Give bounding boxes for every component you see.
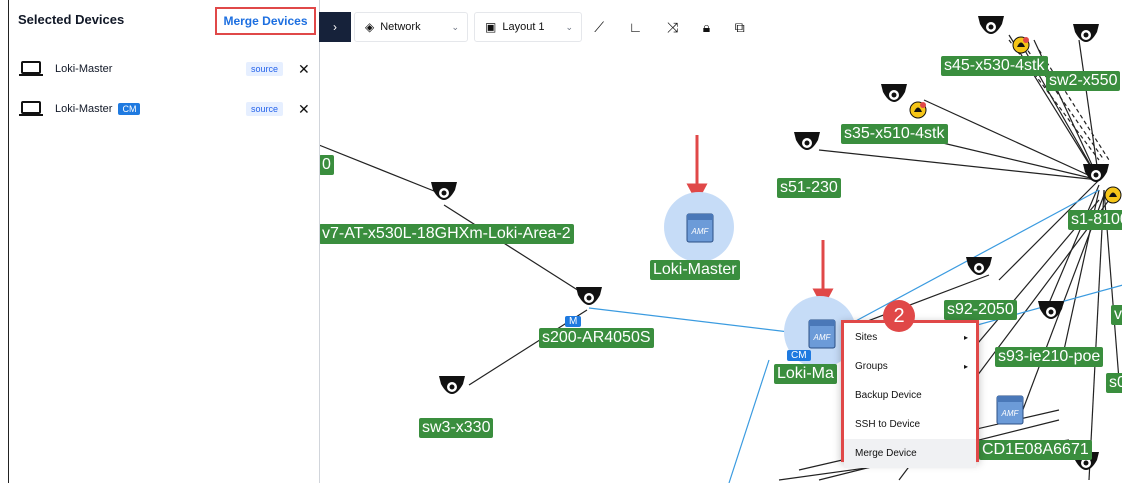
menu-item-ssh-to-device[interactable]: SSH to Device	[844, 410, 976, 439]
map-tools: ⟋ ∟ ⤨ 🔒︎ ⧉	[582, 12, 757, 42]
node-label[interactable]: s35-x510-4stk	[841, 124, 948, 144]
panel-title: Selected Devices	[18, 12, 125, 27]
node-label[interactable]: v7-AT-x530L-18GHXm-Loki-Area-2	[319, 224, 574, 244]
layout-dropdown[interactable]: ▣ Layout 1 ⌄	[474, 12, 582, 42]
loki-ma-amf-icon[interactable]: AMF	[807, 316, 837, 350]
copy-icon[interactable]: ⧉	[735, 19, 745, 36]
bell-alert-icon[interactable]	[1012, 36, 1030, 54]
bell-alert-icon[interactable]	[909, 101, 927, 119]
menu-item-backup-device[interactable]: Backup Device	[844, 381, 976, 410]
node-label[interactable]: sw3-x330	[419, 418, 494, 438]
cd1-amf-icon[interactable]: AMF	[995, 392, 1025, 426]
node-label[interactable]: sw2-x550	[1046, 71, 1121, 91]
disconnect-icon[interactable]: ⤨	[667, 19, 678, 36]
bell-alert-icon[interactable]	[1104, 186, 1122, 204]
context-menu: Sites ▸ Groups ▸ Backup Device SSH to Devi…	[841, 320, 979, 468]
svg-text:AMF: AMF	[813, 333, 832, 342]
layout-icon: ▣	[485, 20, 497, 34]
node-label[interactable]: s92-2050	[944, 300, 1017, 320]
network-dropdown[interactable]: ◈ Network ⌄	[354, 12, 468, 42]
lock-icon[interactable]: 🔒︎	[703, 19, 710, 36]
cm-badge: CM	[118, 103, 141, 115]
step-badge: 2	[883, 300, 915, 332]
camera-icon[interactable]	[879, 80, 909, 110]
node-label[interactable]: s45-x530-4stk	[941, 56, 1048, 76]
selected-devices-panel: Selected Devices Merge Devices Loki-Mast…	[9, 0, 320, 483]
node-label[interactable]: s1-8100	[1068, 210, 1122, 230]
cm-badge: CM	[787, 350, 811, 361]
network-label: Network	[380, 21, 421, 33]
menu-item-groups[interactable]: Groups ▸	[844, 352, 976, 381]
chevron-down-icon: ⌄	[451, 21, 459, 32]
chevron-right-icon: ▸	[963, 333, 968, 342]
menu-item-label: Backup Device	[855, 390, 922, 401]
svg-text:AMF: AMF	[1001, 409, 1020, 418]
node-label[interactable]: Loki-Ma	[774, 364, 837, 384]
camera-icon[interactable]	[964, 253, 994, 283]
layout-label: Layout 1	[502, 21, 545, 33]
camera-icon[interactable]	[792, 128, 822, 158]
node-label[interactable]: 0	[319, 155, 334, 175]
angle-link-icon[interactable]: ∟	[629, 19, 643, 35]
laptop-icon	[19, 101, 43, 116]
node-label[interactable]: s93-ie210-poe	[995, 347, 1104, 367]
network-map[interactable]: AMF AMF AMF 0 v7-AT-x530L-18GHXm-Loki-Ar…	[319, 0, 1122, 483]
remove-device-button[interactable]: ✕	[298, 61, 310, 78]
node-label[interactable]: CD1E08A6671	[979, 440, 1092, 460]
device-name: Loki-Master	[55, 103, 113, 115]
device-name: Loki-Master	[55, 63, 113, 75]
loki-master-amf-icon[interactable]: AMF	[685, 210, 715, 244]
node-label[interactable]: s200-AR4050S	[539, 328, 654, 348]
camera-icon[interactable]	[429, 178, 459, 208]
remove-device-button[interactable]: ✕	[298, 101, 310, 118]
node-label[interactable]: v	[1111, 305, 1122, 325]
chevron-right-icon: ▸	[963, 362, 968, 371]
camera-icon[interactable]	[1071, 20, 1101, 50]
camera-icon[interactable]	[437, 372, 467, 402]
menu-item-label: Merge Device	[855, 448, 917, 459]
merge-devices-button[interactable]: Merge Devices	[215, 7, 316, 35]
app-frame: AMF AMF AMF 0 v7-AT-x530L-18GHXm-Loki-Ar…	[8, 0, 1122, 483]
camera-icon[interactable]	[1036, 297, 1066, 327]
menu-item-merge-device[interactable]: Merge Device	[844, 439, 976, 468]
node-label[interactable]: s51-230	[777, 178, 841, 198]
device-row[interactable]: Loki-Master source ✕	[19, 58, 310, 80]
node-label[interactable]: s0	[1106, 373, 1122, 393]
m-badge: M	[565, 316, 582, 327]
collapse-panel-button[interactable]: ›	[319, 12, 351, 42]
node-label[interactable]: Loki-Master	[650, 260, 740, 280]
role-badge: source	[246, 62, 284, 76]
menu-item-label: Groups	[855, 361, 888, 372]
role-badge: source	[246, 102, 284, 116]
draw-link-icon[interactable]: ⟋	[594, 19, 604, 36]
menu-item-label: Sites	[855, 332, 878, 343]
laptop-icon	[19, 61, 43, 76]
camera-icon[interactable]	[574, 283, 604, 313]
layers-icon: ◈	[365, 20, 375, 34]
device-row[interactable]: Loki-Master CM source ✕	[19, 98, 310, 120]
menu-item-label: SSH to Device	[855, 419, 921, 430]
svg-text:AMF: AMF	[691, 227, 710, 236]
chevron-down-icon: ⌄	[565, 21, 573, 32]
camera-icon[interactable]	[976, 12, 1006, 42]
